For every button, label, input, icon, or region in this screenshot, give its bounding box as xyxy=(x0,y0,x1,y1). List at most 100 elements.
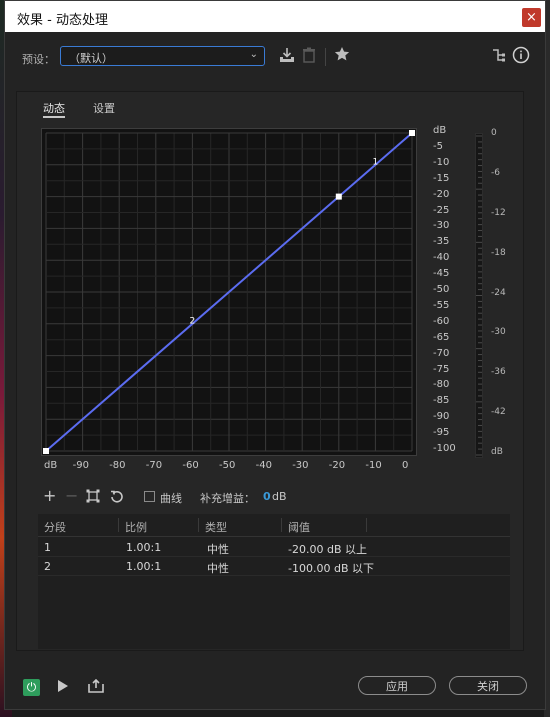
level-meter xyxy=(475,133,483,458)
y-tick-label: -20 xyxy=(433,188,450,200)
curve-control-point[interactable] xyxy=(335,193,342,200)
tab-dynamics[interactable]: 动态 xyxy=(43,100,65,116)
y-tick-label: -100 xyxy=(433,443,456,454)
y-tick-label: -5 xyxy=(433,140,443,152)
curve-toolbar: + − 曲线 补充增益： 0 dB xyxy=(41,486,511,508)
curve-label: 曲线 xyxy=(160,492,182,505)
close-icon[interactable]: × xyxy=(522,8,541,27)
y-tick-label: -80 xyxy=(433,379,450,391)
curve-control-point[interactable] xyxy=(43,448,49,454)
reset-icon[interactable] xyxy=(110,489,124,507)
header-divider xyxy=(281,518,282,532)
meter-tick-label: dB xyxy=(491,447,503,457)
meter-tick-label: -12 xyxy=(491,207,506,218)
table-row[interactable]: 2 1.00:1 中性 -100.00 dB 以下 xyxy=(38,557,510,576)
cell-threshold[interactable]: -20.00 dB 以上 xyxy=(288,541,367,557)
preset-label: 预设： xyxy=(22,53,55,66)
power-icon[interactable]: ⏻ xyxy=(23,679,40,696)
cell-threshold[interactable]: -100.00 dB 以下 xyxy=(288,560,374,576)
segment-label: 2 xyxy=(190,317,196,327)
meter-tick-label: -24 xyxy=(491,287,506,298)
cell-type[interactable]: 中性 xyxy=(207,541,229,557)
routing-icon[interactable] xyxy=(490,47,508,67)
y-tick-label: -55 xyxy=(433,299,450,311)
x-tick-label: -80 xyxy=(109,460,126,471)
y-tick-label: -50 xyxy=(433,284,450,295)
segment-label: 1 xyxy=(373,158,379,168)
cell-type[interactable]: 中性 xyxy=(207,560,229,576)
header-threshold: 阈值 xyxy=(288,521,310,534)
y-tick-label: -15 xyxy=(433,172,450,184)
active-tab-indicator xyxy=(43,116,65,118)
x-tick-label: -20 xyxy=(328,460,346,471)
header-type: 类型 xyxy=(205,521,227,534)
save-preset-icon[interactable] xyxy=(278,47,296,67)
toolbar-divider xyxy=(325,48,326,66)
table-header: 分段 比例 类型 阈值 xyxy=(38,514,510,537)
makeup-gain-unit: dB xyxy=(272,490,287,503)
y-unit-label: dB xyxy=(433,125,447,136)
delete-preset-icon[interactable] xyxy=(301,47,317,67)
header-divider xyxy=(198,518,199,532)
y-tick-label: -90 xyxy=(433,411,450,423)
dynamics-panel: 动态 设置 12 0 dB-5-10-15-20-25-30-35-40-45-… xyxy=(16,91,524,651)
close-button[interactable]: 关闭 xyxy=(449,676,527,695)
cell-segment: 1 xyxy=(44,541,51,554)
curve-control-point[interactable] xyxy=(409,130,415,136)
y-tick-label: -10 xyxy=(433,156,450,168)
favorite-star-icon[interactable] xyxy=(333,46,351,66)
effects-window: 效果 - 动态处理 × 预设： （默认） ⌄ 动态 设置 12 dB -5 -1… xyxy=(4,0,546,710)
y-tick-label: -65 xyxy=(433,331,450,343)
header-ratio: 比例 xyxy=(125,521,147,534)
meter-tick-label: 0 xyxy=(491,128,497,138)
y-tick-label: -60 xyxy=(433,315,450,327)
footer-bar: ⏻ 应用 关闭 xyxy=(5,671,545,707)
y-tick-label: -70 xyxy=(433,347,450,359)
info-icon[interactable] xyxy=(512,46,530,68)
y-tick-label: -30 xyxy=(433,220,450,232)
y-tick-label: -35 xyxy=(433,236,450,248)
remove-point-icon[interactable]: − xyxy=(65,486,78,505)
export-icon[interactable] xyxy=(88,678,104,697)
y-tick-label: -40 xyxy=(433,252,450,264)
y-tick-label: -95 xyxy=(433,427,450,439)
y-tick-label: -85 xyxy=(433,395,450,407)
apply-button[interactable]: 应用 xyxy=(358,676,436,695)
preset-row: 预设： （默认） ⌄ xyxy=(5,41,545,73)
preset-select[interactable]: （默认） ⌄ xyxy=(60,46,265,66)
meter-tick-label: -30 xyxy=(491,327,506,338)
tab-settings[interactable]: 设置 xyxy=(93,100,115,116)
meter-ticks xyxy=(476,135,482,456)
transfer-curve-graph[interactable]: 12 xyxy=(41,128,417,456)
y-tick-label: -25 xyxy=(433,204,450,216)
makeup-gain-label: 补充增益： xyxy=(200,492,255,505)
x-tick-label: -60 xyxy=(182,460,199,471)
play-icon[interactable] xyxy=(57,679,69,697)
x-tick-label: -50 xyxy=(219,460,236,471)
x-tick-label: -30 xyxy=(292,460,309,471)
cell-segment: 2 xyxy=(44,560,51,573)
x-tick-label: -10 xyxy=(365,460,382,471)
meter-tick-label: -42 xyxy=(491,407,506,418)
preset-value: （默认） xyxy=(69,52,113,65)
reset-handles-icon[interactable] xyxy=(86,489,100,507)
x-tick-label: -90 xyxy=(72,460,89,471)
cell-ratio[interactable]: 1.00:1 xyxy=(126,560,161,573)
meter-tick-label: -6 xyxy=(491,167,500,178)
curve-checkbox[interactable] xyxy=(144,491,155,502)
add-point-icon[interactable]: + xyxy=(43,486,56,505)
x-tick-label: -40 xyxy=(255,460,272,471)
x-tick-label: 0 xyxy=(402,460,409,471)
y-tick-label: -75 xyxy=(433,363,450,375)
makeup-gain-value[interactable]: 0 xyxy=(263,490,271,503)
x-tick-label: dB xyxy=(44,460,58,471)
graph-canvas[interactable]: 12 xyxy=(42,129,416,455)
cell-ratio[interactable]: 1.00:1 xyxy=(126,541,161,554)
meter-tick-label: -18 xyxy=(491,247,506,258)
header-divider xyxy=(366,518,367,532)
table-row[interactable]: 1 1.00:1 中性 -20.00 dB 以上 xyxy=(38,538,510,557)
y-tick-label: -45 xyxy=(433,268,450,280)
window-title: 效果 - 动态处理 xyxy=(17,13,108,28)
title-bar[interactable]: 效果 - 动态处理 × xyxy=(5,1,545,32)
chevron-down-icon: ⌄ xyxy=(249,49,258,60)
